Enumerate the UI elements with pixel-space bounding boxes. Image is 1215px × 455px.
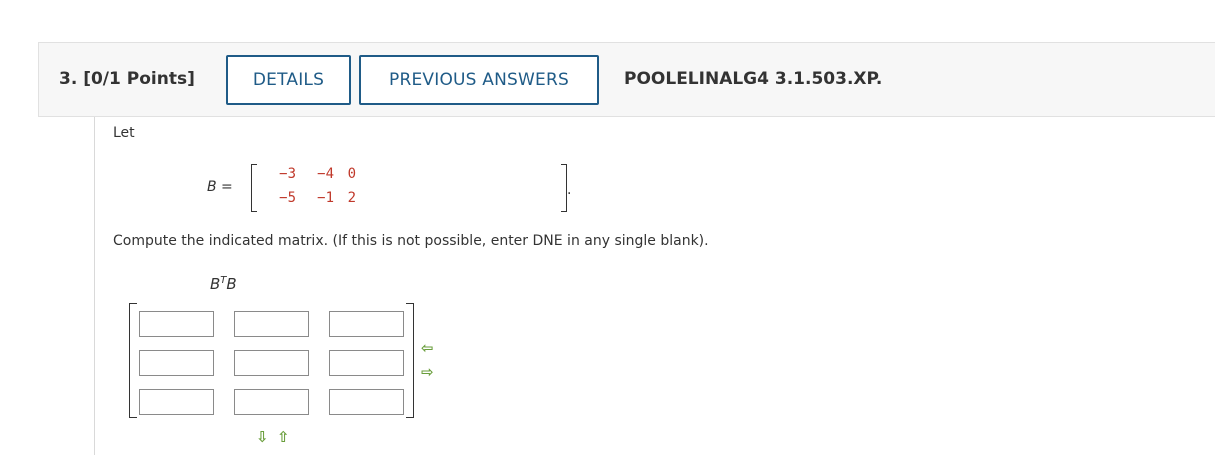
answer-cell-r2c2[interactable] <box>234 350 309 376</box>
matrix-cell: −1 <box>317 190 334 206</box>
expression-tail: B <box>226 275 237 293</box>
instruction-text: Compute the indicated matrix. (If this i… <box>113 233 709 249</box>
answer-cell-r3c1[interactable] <box>139 389 214 415</box>
question-header: 3. [0/1 Points] DETAILS PREVIOUS ANSWERS… <box>38 42 1215 117</box>
matrix-left-bracket <box>251 164 257 212</box>
answer-left-bracket <box>129 303 137 418</box>
answer-right-bracket <box>406 303 414 418</box>
matrix-cells: −3 −4 0 −5 −1 2 <box>262 166 356 206</box>
expression-base: B <box>210 275 221 293</box>
arrow-left-icon[interactable]: ⇦ <box>421 341 434 356</box>
question-title: 3. [0/1 Points] <box>59 69 195 89</box>
answer-cell-r3c3[interactable] <box>329 389 404 415</box>
arrow-down-icon[interactable]: ⇩ <box>256 430 269 445</box>
previous-answers-button[interactable]: PREVIOUS ANSWERS <box>359 55 599 105</box>
answer-cell-r1c1[interactable] <box>139 311 214 337</box>
matrix-cell: −5 <box>279 190 296 206</box>
course-code: POOLELINALG4 3.1.503.XP. <box>624 69 883 89</box>
content-divider <box>94 117 95 455</box>
answer-cell-r2c3[interactable] <box>329 350 404 376</box>
expression-label: BTB <box>210 275 237 293</box>
answer-cell-r1c2[interactable] <box>234 311 309 337</box>
matrix-cell: −4 <box>317 166 334 182</box>
answer-cell-r2c1[interactable] <box>139 350 214 376</box>
details-button[interactable]: DETAILS <box>226 55 351 105</box>
matrix-cell: −3 <box>279 166 296 182</box>
intro-text: Let <box>113 125 135 141</box>
matrix-cell: 0 <box>347 166 356 182</box>
answer-cell-r3c2[interactable] <box>234 389 309 415</box>
arrow-up-icon[interactable]: ⇧ <box>277 430 290 445</box>
answer-cell-r1c3[interactable] <box>329 311 404 337</box>
matrix-cell: 2 <box>347 190 356 206</box>
arrow-right-icon[interactable]: ⇨ <box>421 365 434 380</box>
matrix-period: . <box>567 182 572 198</box>
matrix-label: B = <box>207 179 233 195</box>
